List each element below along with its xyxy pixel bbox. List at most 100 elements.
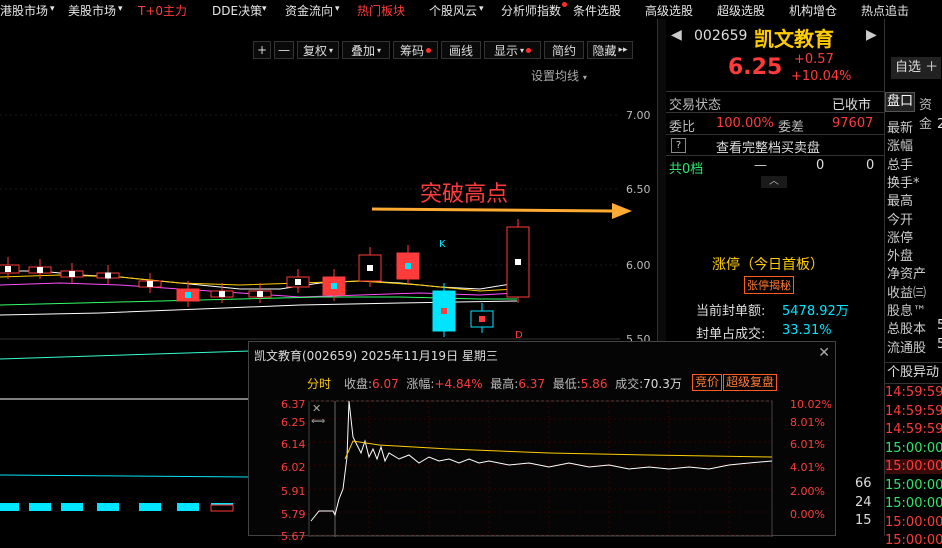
menu-item[interactable]: 港股市场 [0, 2, 48, 19]
display-button[interactable]: 显示 ▾ [484, 41, 541, 59]
volume-bar [97, 503, 119, 511]
weicha-label: 委差 [778, 120, 805, 135]
chevron-down-icon: ▾ [262, 4, 267, 14]
candle-marker [185, 292, 191, 298]
quote-field-label: 换手* [887, 175, 920, 191]
abnormal-time: 15:00:00 [885, 496, 942, 511]
y-tick: 6.00 [626, 259, 651, 272]
level-label: 共0档 [669, 162, 704, 177]
crosshair-close-icon[interactable]: ✕ [312, 402, 321, 415]
menu-item[interactable]: 超级选股 [717, 2, 765, 19]
stock-price: 6.25 [728, 55, 783, 80]
chips-button[interactable]: 筹码 [393, 41, 438, 59]
overlay-button[interactable]: 叠加 ▾ [342, 41, 390, 59]
quote-field-label: 最高 [887, 194, 914, 210]
quote-field-label: 总手 [887, 157, 914, 173]
menu-item[interactable]: 高级选股 [645, 2, 693, 19]
abnormal-volume: 24 [855, 494, 872, 510]
quote-field-value: 5 [937, 318, 942, 334]
menu-item[interactable]: 热门板块 [357, 2, 405, 19]
stock-code: 002659 [694, 28, 748, 44]
avg-price-line [344, 440, 773, 460]
quote-field-label: 总股本 [887, 322, 927, 338]
level-b: 0 [866, 158, 875, 173]
abnormal-title: 个股异动 [885, 362, 942, 384]
volume-bar [0, 503, 19, 511]
right-tick: 0.00% [790, 508, 825, 521]
d-mark: D [515, 330, 523, 341]
left-tick: 5.79 [281, 508, 306, 521]
menu-item[interactable]: T+0主力 [138, 2, 187, 19]
right-tick: 2.00% [790, 485, 825, 498]
candle-marker [5, 266, 11, 272]
popup-title: 凯文教育(002659) 2025年11月19日 星期三 [254, 349, 498, 363]
trade-status-label: 交易状态 [669, 98, 722, 113]
menu-item[interactable]: 分析师指数 [501, 2, 567, 19]
simple-mode-button[interactable]: 简约 [544, 41, 584, 59]
chevron-down-icon: ▾ [335, 4, 340, 14]
candle-marker [441, 308, 447, 314]
candle-marker [105, 272, 111, 279]
ma-setting-link[interactable]: 设置均线 ▾ [531, 67, 587, 84]
menu-item[interactable]: 美股市场 [68, 2, 116, 19]
abnormal-time: 15:00:00 [885, 459, 942, 474]
abnormal-time: 14:59:59 [885, 385, 942, 400]
quote-field-label: 今开 [887, 212, 914, 228]
super-review-button[interactable]: 超级复盘 [723, 374, 778, 391]
candle-marker [515, 259, 521, 265]
arrow-head [612, 203, 632, 219]
quote-field-label: 外盘 [887, 249, 914, 265]
menu-item[interactable]: 机构增仓 [789, 2, 837, 19]
y-tick: 6.50 [626, 183, 651, 196]
right-tick: 10.02% [790, 398, 832, 411]
indicator-line [0, 350, 251, 360]
help-icon[interactable]: ? [671, 138, 686, 153]
collapse-chevron-icon[interactable]: ︿ [761, 176, 787, 188]
stock-change: +0.57 [794, 52, 834, 67]
zoom-out-button[interactable]: — [274, 41, 294, 59]
left-tick: 6.02 [281, 461, 306, 474]
volume-bar [210, 504, 234, 512]
indicator-line [0, 474, 251, 478]
quote-field-label: 净资产 [887, 267, 927, 283]
abnormal-time: 14:59:59 [885, 422, 942, 437]
candle-marker [257, 291, 263, 297]
auction-button[interactable]: 竞价 [692, 374, 723, 391]
stock-name: 凯文教育 [754, 27, 834, 51]
arrow-line [371, 207, 613, 213]
far-right-panel: 自选 ＋ 盘口 资金 个股异动 最新 2 涨幅 总手 换手* 最高 今开 涨停 外盘 净资产 收益㈢… [855, 19, 942, 548]
right-tick: 4.01% [790, 461, 825, 474]
intraday-popup[interactable]: 凯文教育(002659) 2025年11月19日 星期三 ✕ 分时 收盘:6.0… [248, 341, 836, 543]
close-icon[interactable]: ✕ [818, 345, 830, 361]
candle-marker [147, 281, 153, 287]
left-tick: 6.25 [281, 416, 306, 429]
hide-button[interactable]: 隐藏 ▸▸ [587, 41, 633, 59]
tab-fenshi[interactable]: 分时 [307, 375, 331, 392]
abnormal-time: 14:59:59 [885, 403, 942, 419]
volume-bar [139, 503, 161, 511]
fuquan-button[interactable]: 复权 ▾ [297, 41, 339, 59]
quote-field-label: 涨幅 [887, 139, 914, 155]
candle-marker [295, 279, 301, 285]
abnormal-time: 15:00:00 [885, 477, 942, 493]
quote-field-label: 涨停 [887, 230, 914, 246]
candle-marker [37, 267, 43, 273]
draw-line-button[interactable]: 画线 [441, 41, 481, 59]
zoom-in-button[interactable]: + [253, 41, 271, 59]
add-watchlist-button[interactable]: 自选 ＋ [891, 57, 941, 79]
menu-item[interactable]: 热点追击 [861, 2, 909, 19]
intraday-chart [308, 400, 773, 537]
menu-item[interactable]: 资金流向 [285, 2, 333, 19]
next-stock-icon[interactable]: ▶ [866, 27, 877, 43]
menu-item[interactable]: 个股风云 [429, 2, 477, 19]
prev-stock-icon[interactable]: ◀ [671, 27, 682, 43]
menu-item[interactable]: 条件选股 [573, 2, 621, 19]
resize-icon[interactable]: ⟺ [311, 416, 325, 427]
limit-reveal-button[interactable]: 张停揭秘 [744, 276, 794, 294]
y-tick: 7.00 [626, 109, 651, 122]
candle-marker [69, 271, 75, 277]
menu-item[interactable]: DDE决策 [212, 2, 262, 19]
seal-amount-label: 当前封单额: [696, 304, 766, 319]
full-orderbook-link[interactable]: 查看完整档买卖盘 [716, 137, 820, 156]
tab-pankou[interactable]: 盘口 [885, 92, 915, 112]
